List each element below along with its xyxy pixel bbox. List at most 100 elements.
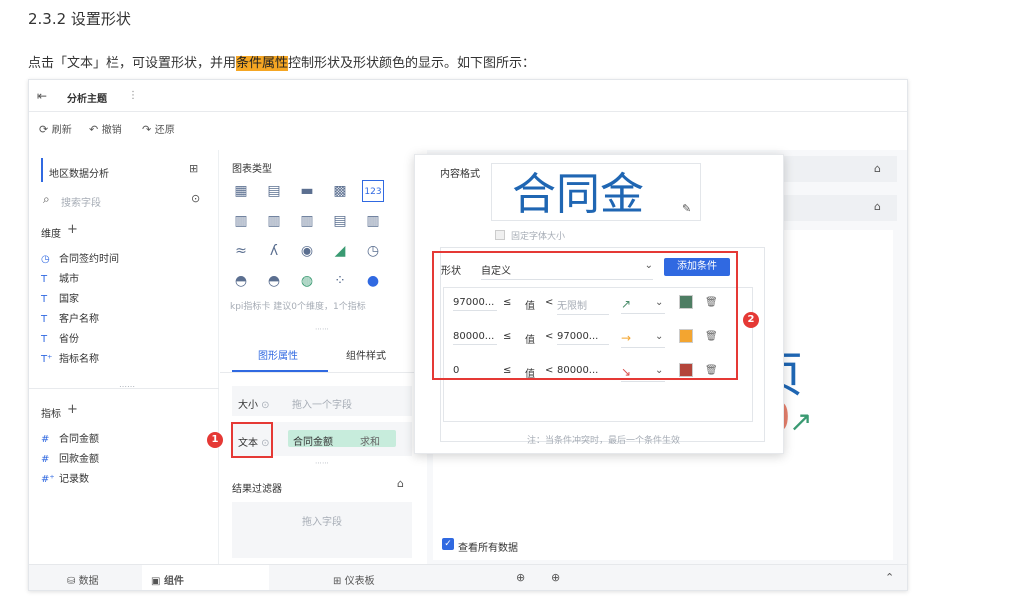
text-field-agg[interactable]: 求和 [360,433,380,448]
field-label: 客户名称 [59,314,99,325]
chart-type-title: 图表类型 [232,164,272,175]
chart-type-icon[interactable]: ◷ [362,240,384,262]
field-item[interactable]: # 回款金额 [41,450,99,465]
chart-type-icon[interactable]: ◍ [296,270,318,292]
trend-up-icon: ↗ [789,405,813,438]
chart-type-icon[interactable]: ⁘ [329,270,351,292]
chart-type-icon[interactable]: 123 [362,180,384,202]
filter-settings-icon[interactable]: ⌂ [397,477,404,490]
chart-type-icon[interactable]: ▥ [263,210,285,232]
filter-drop-area[interactable] [232,502,412,558]
field-item[interactable]: # 合同金额 [41,430,99,445]
undo-icon: ↶ [89,123,99,136]
field-label: 记录数 [59,474,89,485]
topic-title: 分析主题 [67,94,107,105]
field-item[interactable]: T 客户名称 [41,310,99,325]
settings-icon[interactable]: ⌂ [874,200,881,213]
resize-handle[interactable]: ⋯⋯ [119,382,135,391]
search-icon: ⌕ [43,192,50,206]
field-item[interactable]: T 省份 [41,330,79,345]
chart-type-icon[interactable]: ▩ [329,180,351,202]
more-icon[interactable]: ⋮ [128,90,138,101]
resize-handle[interactable]: ⋯⋯ [315,459,329,467]
dashboard-tab[interactable]: ⊞ 仪表板 [333,572,375,587]
data-tab[interactable]: ⛁ 数据 [67,572,99,587]
field-item[interactable]: T 国家 [41,290,79,305]
undo-label: 撤销 [101,125,122,136]
bottom-bar: ⛁ 数据 ▣ 组件 ⊞ 仪表板 ⊕ ⊕ ⌃ [29,564,907,590]
field-type-icon: # [41,454,50,465]
settings-icon[interactable]: ⌂ [874,162,881,175]
paragraph-text-before: 点击「文本」栏，可设置形状，并用 [28,56,237,71]
chart-type-icon[interactable]: ▤ [329,210,351,232]
chart-type-icon[interactable]: ▬ [296,180,318,202]
fixed-font-checkbox[interactable] [495,230,505,240]
dimension-title: 维度 [41,229,61,240]
size-label[interactable]: 大小 ⊙ [238,396,270,411]
chart-type-icon[interactable]: ● [362,270,384,292]
chart-type-icon[interactable]: ▤ [263,180,285,202]
field-type-icon: T⁺ [41,354,53,365]
filter-title: 结果过滤器 [232,484,282,495]
switch-dataset-icon[interactable]: ⊞ [189,162,198,175]
field-type-icon: ◷ [41,254,50,265]
chart-type-icon[interactable]: ▦ [230,180,252,202]
redo-button[interactable]: ↷ 还原 [142,121,175,136]
divider [29,111,907,112]
field-type-icon: # [41,434,50,445]
add-dimension-icon[interactable]: + [67,222,78,237]
database-icon: ⛁ [67,576,76,587]
redo-label: 还原 [154,125,175,136]
kpi-hint: kpi指标卡 建议0个维度，1个指标 [230,302,366,312]
collapse-icon[interactable]: ⌃ [885,571,894,584]
search-input[interactable]: 搜索字段 [61,194,101,209]
field-item[interactable]: T 城市 [41,270,79,285]
chart-type-grid: ▦ ▤ ▬ ▩ 123 ▥ ▥ ▥ ▤ ▥ ≈ ʎ ◉ ◢ ◷ ◓ ◓ ◍ ⁘ ● [230,180,410,300]
metric-title: 指标 [41,409,61,420]
dataset-name[interactable]: 地区数据分析 [49,165,109,180]
chart-type-icon[interactable]: ▥ [296,210,318,232]
chart-type-icon[interactable]: ◓ [230,270,252,292]
field-item[interactable]: #⁺ 记录数 [41,470,89,485]
undo-button[interactable]: ↶ 撤销 [89,121,122,136]
chart-type-icon[interactable]: ◓ [263,270,285,292]
edit-icon[interactable]: ✎ [682,202,691,215]
field-type-icon: T [41,294,48,305]
field-type-icon: T [41,314,48,325]
add-metric-icon[interactable]: + [67,402,78,417]
field-label: 指标名称 [59,354,99,365]
paragraph: 点击「文本」栏，可设置形状，并用条件属性控制形状及形状颜色的显示。如下图所示： [28,52,535,71]
add-dashboard-icon[interactable]: ⊕ [551,571,560,584]
chart-type-icon[interactable]: ◢ [329,240,351,262]
component-tab-label: 组件 [163,576,184,587]
highlight-box-text [231,422,273,458]
refresh-button[interactable]: ⟳ 刷新 [39,121,72,136]
options-icon[interactable]: ⊙ [191,192,200,205]
chart-type-icon[interactable]: ▥ [362,210,384,232]
field-label: 回款金额 [59,454,99,465]
fixed-font-label: 固定字体大小 [511,232,566,242]
tab-component-style[interactable]: 组件样式 [346,347,386,362]
chart-type-icon[interactable]: ◉ [296,240,318,262]
field-label: 城市 [59,274,79,285]
image-icon: ▣ [151,576,161,587]
content-format-editor[interactable]: 合同金 ✎ [491,163,701,221]
tab-graph-attributes[interactable]: 图形属性 [258,347,298,362]
add-component-icon[interactable]: ⊕ [516,571,525,584]
text-field-pill[interactable]: 合同金额 求和 [288,430,396,448]
field-item[interactable]: ◷ 合同签约时间 [41,250,119,265]
component-tab-content[interactable]: ▣ 组件 [151,572,184,587]
field-item[interactable]: T⁺ 指标名称 [41,350,99,365]
size-drop-zone[interactable]: 拖入一个字段 [292,396,352,411]
refresh-label: 刷新 [51,125,72,136]
chart-type-icon[interactable]: ʎ [263,240,285,262]
chart-type-icon[interactable]: ▥ [230,210,252,232]
preview-text: 合同金 [512,169,644,220]
paragraph-text-after: 控制形状及形状颜色的显示。如下图所示： [288,56,536,71]
divider [220,372,420,373]
checkbox-checked[interactable]: ✓ [442,538,454,550]
resize-handle[interactable]: ⋯⋯ [315,325,329,333]
exit-icon[interactable]: ⇤ [37,89,47,103]
chart-type-icon[interactable]: ≈ [230,240,252,262]
conflict-note: 注：当条件冲突时，最后一个条件生效 [527,436,681,446]
